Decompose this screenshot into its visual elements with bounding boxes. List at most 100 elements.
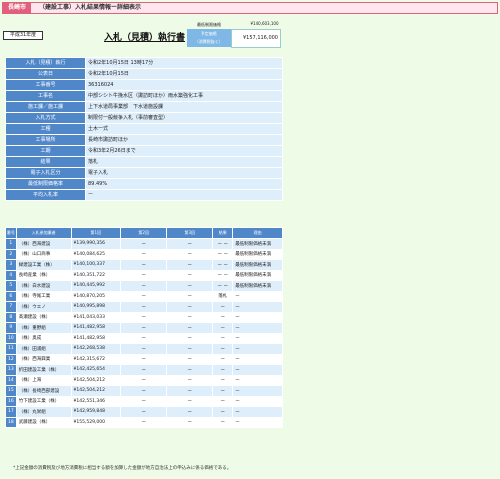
bidder-name: （株）西海建設 bbox=[15, 238, 72, 250]
round-3-price: ー bbox=[166, 301, 214, 313]
round-2-price: ー bbox=[120, 259, 168, 271]
reason: ー bbox=[232, 353, 283, 365]
round-2-price: ー bbox=[120, 322, 168, 334]
round-3-price: ー bbox=[166, 269, 214, 281]
table-row: 13 折田建設工業（株） ¥142,425,654 ーーーー bbox=[5, 364, 283, 376]
table-row: 17 （株）丸栄組 ¥142,959,848 ーーーー bbox=[5, 406, 283, 418]
reason: 最低制限価格未満 bbox=[232, 238, 283, 250]
round-1-price: ¥142,268,538 bbox=[70, 343, 122, 355]
round-2-price: ー bbox=[120, 248, 168, 260]
round-3-price: ー bbox=[166, 343, 214, 355]
col-round-3: 第3回 bbox=[166, 227, 214, 239]
col-number: 番号 bbox=[5, 227, 17, 239]
round-1-price: ¥140,870,205 bbox=[70, 290, 122, 302]
table-row: 16 竹下建設工業（株） ¥142,551,346 ーーーー bbox=[5, 395, 283, 407]
estimated-price-label: 予定価格 （消費税抜く） bbox=[187, 29, 231, 47]
min-price-label: 最低制限価格 bbox=[197, 21, 221, 27]
round-2-price: ー bbox=[120, 406, 168, 418]
result: ー ー bbox=[212, 248, 234, 260]
table-row: 12 （株）西海興業 ¥142,315,672 ーーーー bbox=[5, 353, 283, 365]
row-number: 1 bbox=[5, 238, 17, 250]
row-number: 13 bbox=[5, 364, 17, 376]
info-key: 工事名 bbox=[5, 90, 86, 102]
info-key: 最低制限価格率 bbox=[5, 178, 86, 190]
info-row: 入札方式 制限付一般競争入札（事前審査型） bbox=[5, 112, 283, 124]
row-number: 12 bbox=[5, 353, 17, 365]
info-value: 長崎市諏訪町ほか bbox=[85, 134, 283, 146]
col-round-1: 第1回 bbox=[70, 227, 122, 239]
reason: 最低制限価格未満 bbox=[232, 280, 283, 292]
round-2-price: ー bbox=[120, 301, 168, 313]
info-value: 令和2年10月15日 13時17分 bbox=[85, 57, 283, 69]
result: ー bbox=[212, 332, 234, 344]
info-key: 結果 bbox=[5, 156, 86, 168]
round-1-price: ¥141,482,958 bbox=[70, 332, 122, 344]
reason: ー bbox=[232, 301, 283, 313]
bidder-name: 緑建設工業（株） bbox=[15, 259, 72, 271]
col-result: 結果 bbox=[212, 227, 234, 239]
table-row: 9 （株）重野組 ¥141,482,958 ーーーー bbox=[5, 322, 283, 334]
round-3-price: ー bbox=[166, 311, 214, 323]
row-number: 4 bbox=[5, 269, 17, 281]
table-row: 2 （株）山口商事 ¥140,084,625 ーーー ー最低制限価格未満 bbox=[5, 248, 283, 260]
info-row: 公表日 令和2年10月15日 bbox=[5, 68, 283, 80]
round-2-price: ー bbox=[120, 269, 168, 281]
bidder-name: （株）奥成 bbox=[15, 332, 72, 344]
row-number: 3 bbox=[5, 259, 17, 271]
info-key: 平均入札率 bbox=[5, 189, 86, 201]
round-3-price: ー bbox=[166, 406, 214, 418]
round-3-price: ー bbox=[166, 322, 214, 334]
bidder-name: （株）重野組 bbox=[15, 322, 72, 334]
result: ー bbox=[212, 364, 234, 376]
reason: ー bbox=[232, 416, 283, 428]
round-1-price: ¥155,529,000 bbox=[70, 416, 122, 428]
round-3-price: ー bbox=[166, 290, 214, 302]
round-2-price: ー bbox=[120, 280, 168, 292]
estimated-price-value: ¥157,116,000 bbox=[230, 28, 281, 48]
info-value: ー bbox=[85, 189, 283, 201]
bids-table: 番号 入札参加業者 第1回 第2回 第3回 結果 理由 1 （株）西海建設 ¥139… bbox=[5, 227, 283, 428]
round-3-price: ー bbox=[166, 332, 214, 344]
info-row: 最低制限価格率 89.49% bbox=[5, 178, 283, 190]
info-row: 電子入札区分 電子入札 bbox=[5, 167, 283, 179]
info-value: 令和2年10月15日 bbox=[85, 68, 283, 80]
info-key: 工事場所 bbox=[5, 134, 86, 146]
bidder-name: （株）西海興業 bbox=[15, 353, 72, 365]
round-1-price: ¥142,504,212 bbox=[70, 374, 122, 386]
page-header: 長崎市 （建設工事）入札結果情報ー詳細表示 bbox=[2, 2, 498, 14]
info-key: 工事番号 bbox=[5, 79, 86, 91]
info-row: 平均入札率ー bbox=[5, 189, 283, 201]
info-value: 電子入札 bbox=[85, 167, 283, 179]
round-3-price: ー bbox=[166, 238, 214, 250]
round-1-price: ¥142,959,848 bbox=[70, 406, 122, 418]
min-price-value: ¥140,603,100 bbox=[250, 21, 279, 27]
info-row: 工種 土木一式 bbox=[5, 123, 283, 135]
bidder-name: （株）長崎西部建設 bbox=[15, 385, 72, 397]
round-3-price: ー bbox=[166, 280, 214, 292]
round-1-price: ¥140,995,898 bbox=[70, 301, 122, 313]
table-row: 6 （株）寺尾工業 ¥140,870,205 ーー落札ー bbox=[5, 290, 283, 302]
round-2-price: ー bbox=[120, 364, 168, 376]
bidder-name: （株）田浦組 bbox=[15, 343, 72, 355]
result: ー ー bbox=[212, 259, 234, 271]
round-2-price: ー bbox=[120, 416, 168, 428]
reason: ー bbox=[232, 290, 283, 302]
round-3-price: ー bbox=[166, 395, 214, 407]
col-bidder: 入札参加業者 bbox=[15, 227, 72, 239]
reason: ー bbox=[232, 374, 283, 386]
round-1-price: ¥142,315,672 bbox=[70, 353, 122, 365]
reason: 最低制限価格未満 bbox=[232, 248, 283, 260]
result: ー ー bbox=[212, 269, 234, 281]
reason: 最低制限価格未満 bbox=[232, 259, 283, 271]
reason: ー bbox=[232, 406, 283, 418]
round-2-price: ー bbox=[120, 395, 168, 407]
bidder-name: （株）寺尾工業 bbox=[15, 290, 72, 302]
round-1-price: ¥140,445,992 bbox=[70, 280, 122, 292]
round-2-price: ー bbox=[120, 353, 168, 365]
row-number: 10 bbox=[5, 332, 17, 344]
table-row: 11 （株）田浦組 ¥142,268,538 ーーーー bbox=[5, 343, 283, 355]
result: ー bbox=[212, 374, 234, 386]
table-row: 3 緑建設工業（株） ¥140,100,337 ーーー ー最低制限価格未満 bbox=[5, 259, 283, 271]
table-row: 4 長崎産業（株） ¥140,351,722 ーーー ー最低制限価格未満 bbox=[5, 269, 283, 281]
reason: ー bbox=[232, 364, 283, 376]
